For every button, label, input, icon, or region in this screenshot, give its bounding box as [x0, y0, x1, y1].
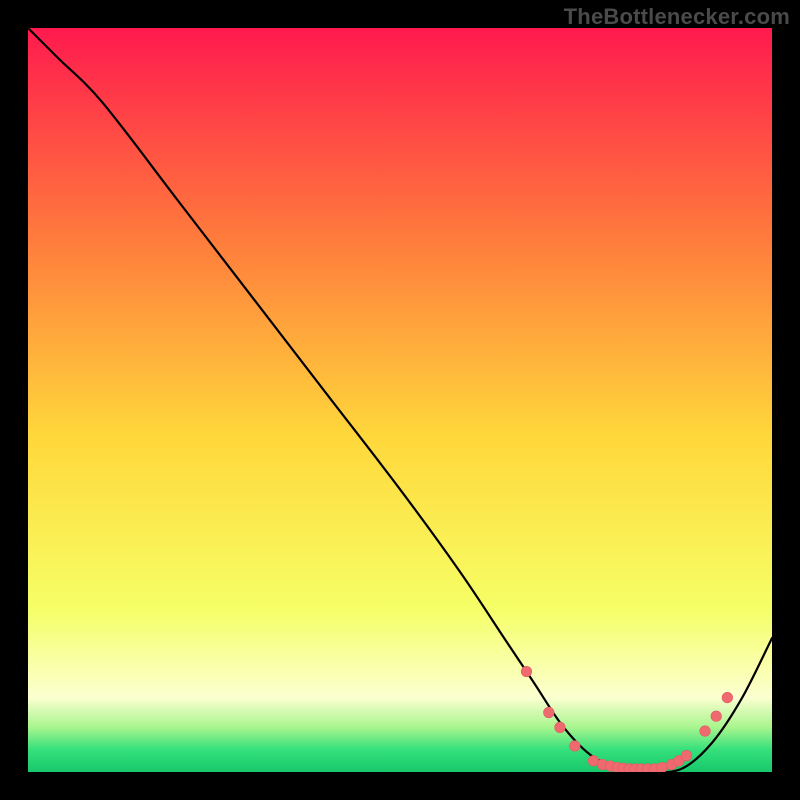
chart-frame: TheBottlenecker.com: [0, 0, 800, 800]
marker-dot: [570, 741, 581, 752]
marker-dot: [700, 726, 711, 737]
chart-svg: [28, 28, 772, 772]
marker-dot: [521, 666, 532, 677]
gradient-background: [28, 28, 772, 772]
marker-dot: [681, 750, 692, 761]
marker-dot: [544, 707, 555, 718]
marker-dot: [711, 711, 722, 722]
marker-dot: [722, 692, 733, 703]
marker-dot: [555, 722, 566, 733]
plot-area: [28, 28, 772, 772]
watermark-text: TheBottlenecker.com: [564, 4, 790, 30]
marker-dot: [657, 762, 668, 772]
